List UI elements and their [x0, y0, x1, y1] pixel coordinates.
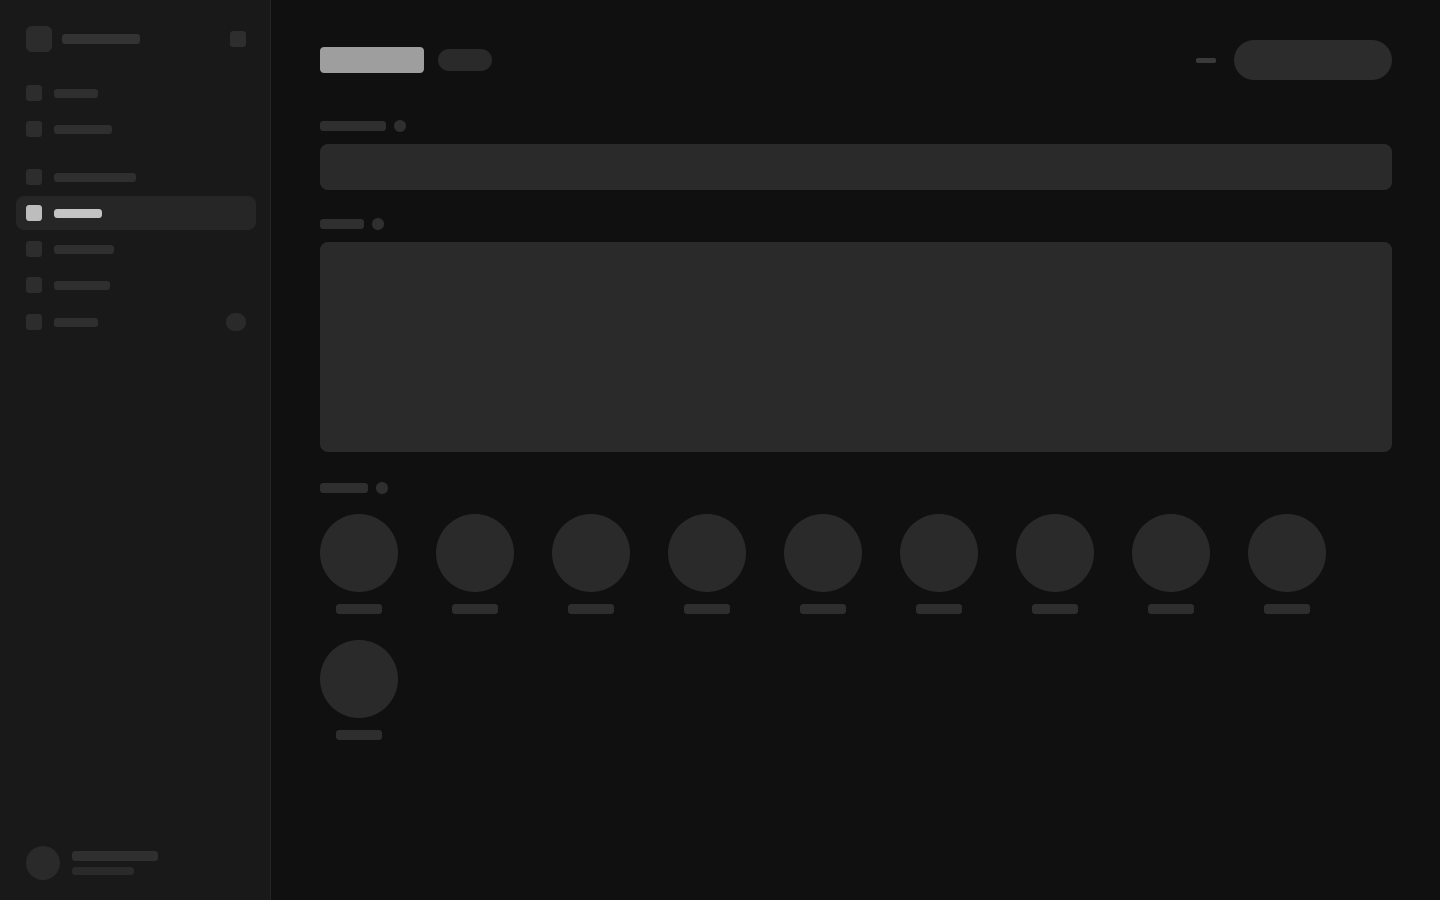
page-title	[320, 47, 424, 73]
sidebar-item-label	[54, 125, 112, 134]
option-label	[1264, 604, 1310, 614]
sidebar-item-3[interactable]	[16, 160, 256, 194]
sidebar-item-label	[54, 245, 114, 254]
description-field-label	[320, 219, 364, 229]
option-item[interactable]	[320, 514, 398, 614]
sidebar-item-7[interactable]	[16, 305, 256, 339]
option-avatar	[1016, 514, 1094, 592]
user-name	[72, 851, 158, 861]
sidebar-item-4-active[interactable]	[16, 196, 256, 230]
name-field-label	[320, 121, 386, 131]
sidebar-toggle-icon[interactable]	[230, 31, 246, 47]
option-item[interactable]	[320, 640, 398, 740]
option-label	[568, 604, 614, 614]
sidebar-item-1[interactable]	[16, 76, 256, 110]
inbox-icon	[26, 121, 42, 137]
option-avatar	[320, 514, 398, 592]
option-label	[800, 604, 846, 614]
sidebar-item-label	[54, 318, 98, 327]
option-label	[916, 604, 962, 614]
count-badge	[226, 313, 246, 331]
sidebar-item-5[interactable]	[16, 232, 256, 266]
secondary-action-link[interactable]	[1196, 58, 1216, 63]
options-label	[320, 483, 368, 493]
sidebar	[0, 0, 271, 900]
option-label	[684, 604, 730, 614]
edit-icon	[26, 205, 42, 221]
sidebar-item-label	[54, 209, 102, 218]
option-label	[452, 604, 498, 614]
option-item[interactable]	[436, 514, 514, 614]
bell-icon	[26, 314, 42, 330]
option-avatar	[1132, 514, 1210, 592]
users-icon	[26, 277, 42, 293]
status-badge	[438, 49, 492, 71]
option-item[interactable]	[784, 514, 862, 614]
home-icon	[26, 85, 42, 101]
option-label	[1032, 604, 1078, 614]
main-content	[272, 0, 1440, 900]
sidebar-item-label	[54, 89, 98, 98]
sidebar-item-6[interactable]	[16, 268, 256, 302]
sidebar-item-label	[54, 173, 136, 182]
avatar	[26, 846, 60, 880]
option-avatar	[552, 514, 630, 592]
option-item[interactable]	[1132, 514, 1210, 614]
primary-action-button[interactable]	[1234, 40, 1392, 80]
option-avatar	[900, 514, 978, 592]
folder-icon	[26, 169, 42, 185]
option-item[interactable]	[668, 514, 746, 614]
brand-header	[26, 26, 246, 52]
brand-name	[62, 34, 140, 44]
option-label	[336, 730, 382, 740]
description-textarea[interactable]	[320, 242, 1392, 452]
option-item[interactable]	[552, 514, 630, 614]
info-icon[interactable]	[394, 120, 406, 132]
option-item[interactable]	[900, 514, 978, 614]
calendar-icon	[26, 241, 42, 257]
option-label	[336, 604, 382, 614]
option-item[interactable]	[1248, 514, 1326, 614]
app-logo[interactable]	[26, 26, 52, 52]
option-label	[1148, 604, 1194, 614]
option-avatar	[668, 514, 746, 592]
option-avatar	[436, 514, 514, 592]
user-email	[72, 867, 134, 875]
info-icon[interactable]	[376, 482, 388, 494]
option-avatar	[320, 640, 398, 718]
sidebar-item-2[interactable]	[16, 112, 256, 146]
user-profile[interactable]	[26, 846, 246, 880]
name-input[interactable]	[320, 144, 1392, 190]
sidebar-item-label	[54, 281, 110, 290]
option-item[interactable]	[1016, 514, 1094, 614]
option-avatar	[784, 514, 862, 592]
option-avatar	[1248, 514, 1326, 592]
info-icon[interactable]	[372, 218, 384, 230]
